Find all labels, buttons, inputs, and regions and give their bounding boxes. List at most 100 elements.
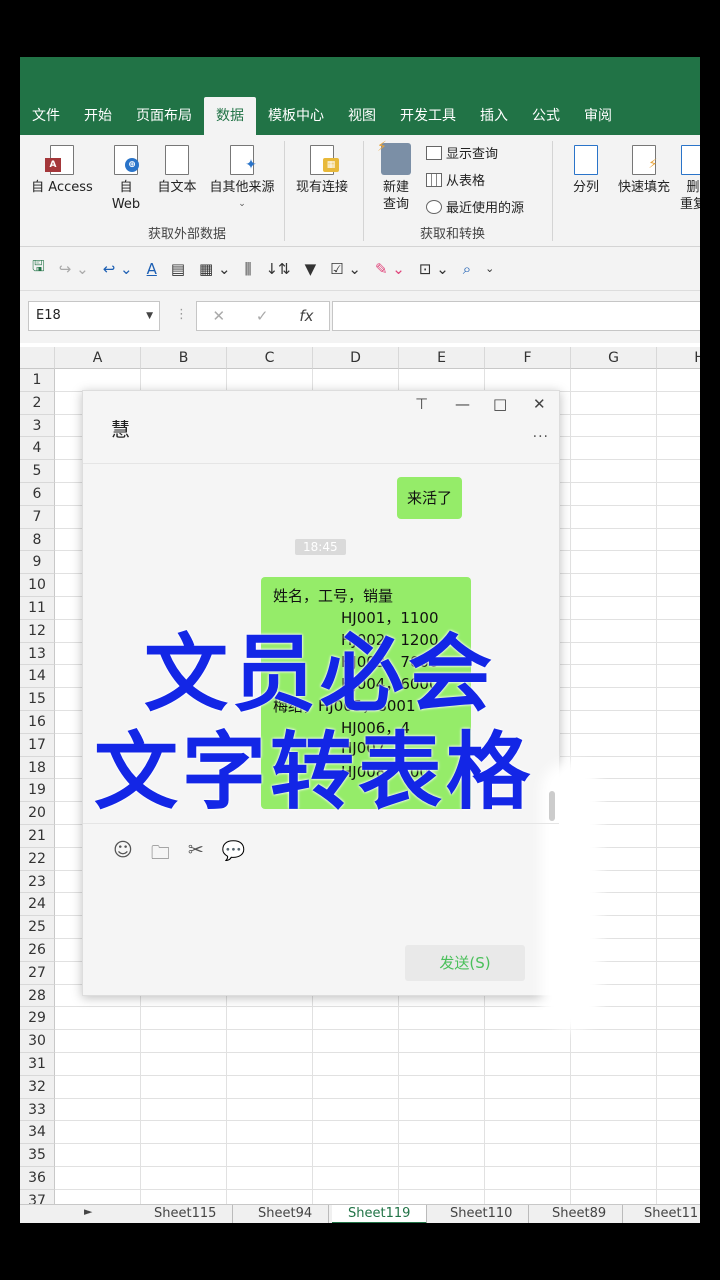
- minimize-icon[interactable]: —: [455, 395, 470, 413]
- select-all-corner[interactable]: [20, 347, 55, 369]
- column-header[interactable]: C: [227, 347, 313, 369]
- from-web-button[interactable]: ⊕ 自 Web: [108, 145, 144, 213]
- row-header[interactable]: 10: [20, 574, 55, 597]
- scroll-sheets-icon[interactable]: ►: [84, 1205, 92, 1218]
- row-header[interactable]: 24: [20, 893, 55, 917]
- column-header[interactable]: G: [571, 347, 657, 369]
- tab-2[interactable]: 页面布局: [124, 97, 204, 135]
- flash-fill-button[interactable]: ⚡ 快速填充: [614, 145, 674, 196]
- row-header[interactable]: 27: [20, 961, 55, 985]
- sheet-tab[interactable]: Sheet115: [138, 1205, 234, 1223]
- redo-icon[interactable]: ↪ ⌄: [59, 260, 89, 278]
- send-button[interactable]: 发送(S): [405, 945, 525, 981]
- from-table-button[interactable]: 从表格: [426, 170, 485, 189]
- column-header[interactable]: H: [657, 347, 700, 369]
- sheet-tab[interactable]: Sheet119: [332, 1205, 428, 1223]
- chat-bubble-icon[interactable]: 💬: [222, 839, 246, 871]
- validation-icon[interactable]: ☑ ⌄: [330, 260, 361, 278]
- row-header[interactable]: 22: [20, 847, 55, 871]
- from-other-sources-button[interactable]: ✦ 自其他来源 ⌄: [204, 145, 280, 213]
- font-color-icon[interactable]: A: [147, 260, 157, 278]
- row-header[interactable]: 17: [20, 733, 55, 757]
- save-icon[interactable]: 🖫: [32, 256, 45, 281]
- emoji-icon[interactable]: ☺: [113, 839, 133, 871]
- paste-special-icon[interactable]: ▦ ⌄: [199, 260, 231, 278]
- tab-6[interactable]: 开发工具: [388, 97, 468, 135]
- find-icon[interactable]: ⌕: [463, 260, 471, 278]
- tab-1[interactable]: 开始: [72, 97, 124, 135]
- filter-icon[interactable]: ▼: [305, 260, 317, 278]
- column-header[interactable]: A: [55, 347, 141, 369]
- message-bubble[interactable]: 来活了: [397, 477, 463, 519]
- more-options-icon[interactable]: ···: [533, 429, 549, 445]
- row-header[interactable]: 2: [20, 391, 55, 415]
- row-header[interactable]: 20: [20, 802, 55, 825]
- row-header[interactable]: 3: [20, 414, 55, 438]
- row-header[interactable]: 11: [20, 597, 55, 620]
- fx-icon[interactable]: fx: [299, 307, 313, 325]
- tab-0[interactable]: 文件: [20, 97, 72, 135]
- row-header[interactable]: 13: [20, 642, 55, 666]
- pin-icon[interactable]: ⊤: [415, 395, 428, 413]
- enter-icon[interactable]: ✓: [256, 307, 269, 325]
- row-header[interactable]: 23: [20, 870, 55, 894]
- sheet-tab[interactable]: Sheet11: [628, 1205, 700, 1223]
- row-header[interactable]: 18: [20, 756, 55, 780]
- row-header[interactable]: 6: [20, 483, 55, 506]
- close-icon[interactable]: ✕: [533, 395, 546, 413]
- row-header[interactable]: 4: [20, 437, 55, 461]
- tab-9[interactable]: 审阅: [572, 97, 624, 135]
- sort-icon[interactable]: ↓⇅: [265, 260, 290, 278]
- row-header[interactable]: 30: [20, 1030, 55, 1053]
- remove-duplicates-button[interactable]: 删 重复: [678, 145, 700, 213]
- column-header[interactable]: B: [141, 347, 227, 369]
- row-header[interactable]: 1: [20, 369, 55, 392]
- insert-icon[interactable]: ⊡ ⌄: [419, 260, 449, 278]
- sheet-tab[interactable]: Sheet89: [536, 1205, 624, 1223]
- customize-qat-icon[interactable]: ⌄: [485, 262, 494, 275]
- tab-3[interactable]: 数据: [204, 97, 256, 135]
- row-header[interactable]: 32: [20, 1075, 55, 1099]
- row-header[interactable]: 12: [20, 619, 55, 643]
- formula-input[interactable]: [332, 301, 700, 331]
- text-to-columns-button[interactable]: 分列: [566, 145, 606, 196]
- eraser-icon[interactable]: ✎ ⌄: [375, 260, 405, 278]
- maximize-icon[interactable]: □: [493, 395, 507, 413]
- recent-sources-button[interactable]: 最近使用的源: [426, 197, 524, 216]
- row-header[interactable]: 9: [20, 551, 55, 575]
- row-header[interactable]: 25: [20, 916, 55, 939]
- tab-5[interactable]: 视图: [336, 97, 388, 135]
- row-header[interactable]: 5: [20, 460, 55, 483]
- chevron-down-icon[interactable]: ▼: [146, 302, 153, 330]
- row-header[interactable]: 19: [20, 779, 55, 803]
- chat-scrollbar[interactable]: [549, 791, 555, 821]
- tab-8[interactable]: 公式: [520, 97, 572, 135]
- row-header[interactable]: 21: [20, 825, 55, 848]
- folder-icon[interactable]: 🗀: [151, 839, 170, 871]
- row-header[interactable]: 26: [20, 939, 55, 962]
- column-header[interactable]: F: [485, 347, 571, 369]
- existing-connections-button[interactable]: ▦ 现有连接: [290, 145, 354, 196]
- cancel-icon[interactable]: ✕: [212, 307, 225, 325]
- row-header[interactable]: 8: [20, 528, 55, 552]
- column-header[interactable]: E: [399, 347, 485, 369]
- scissors-icon[interactable]: ✂: [188, 839, 204, 871]
- tab-7[interactable]: 插入: [468, 97, 520, 135]
- row-header[interactable]: 15: [20, 688, 55, 711]
- row-header[interactable]: 16: [20, 711, 55, 734]
- row-header[interactable]: 35: [20, 1144, 55, 1167]
- from-access-button[interactable]: A 自 Access: [30, 145, 94, 196]
- sheet-tab[interactable]: Sheet94: [242, 1205, 330, 1223]
- from-text-button[interactable]: 自文本: [154, 145, 200, 196]
- row-header[interactable]: 29: [20, 1007, 55, 1031]
- new-query-button[interactable]: ⚡ 新建 查询: [372, 139, 420, 213]
- show-queries-button[interactable]: 显示查询: [426, 143, 498, 162]
- column-header[interactable]: D: [313, 347, 399, 369]
- undo-icon[interactable]: ↩ ⌄: [103, 260, 133, 278]
- columns-icon[interactable]: ⫼: [245, 260, 252, 278]
- row-header[interactable]: 14: [20, 665, 55, 689]
- row-header[interactable]: 28: [20, 984, 55, 1008]
- name-box[interactable]: E18 ▼: [28, 301, 160, 331]
- row-header[interactable]: 7: [20, 505, 55, 529]
- tab-4[interactable]: 模板中心: [256, 97, 336, 135]
